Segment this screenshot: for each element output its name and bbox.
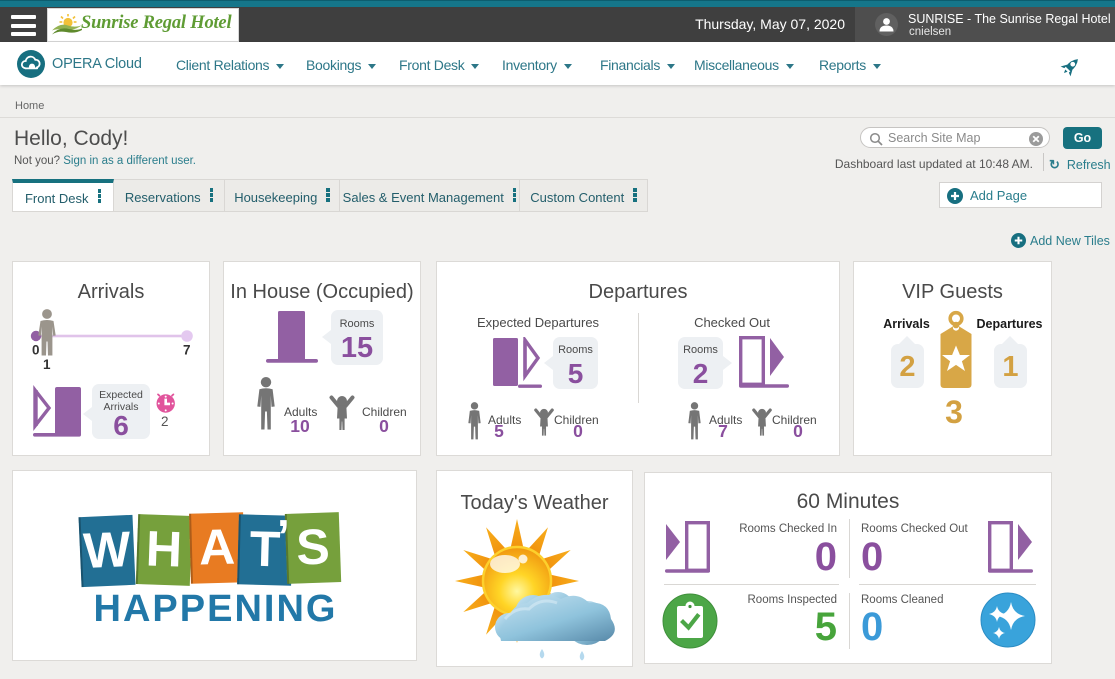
svg-text:7: 7 [183,343,191,358]
svg-text:1: 1 [43,357,51,372]
svg-text:0: 0 [32,343,40,358]
